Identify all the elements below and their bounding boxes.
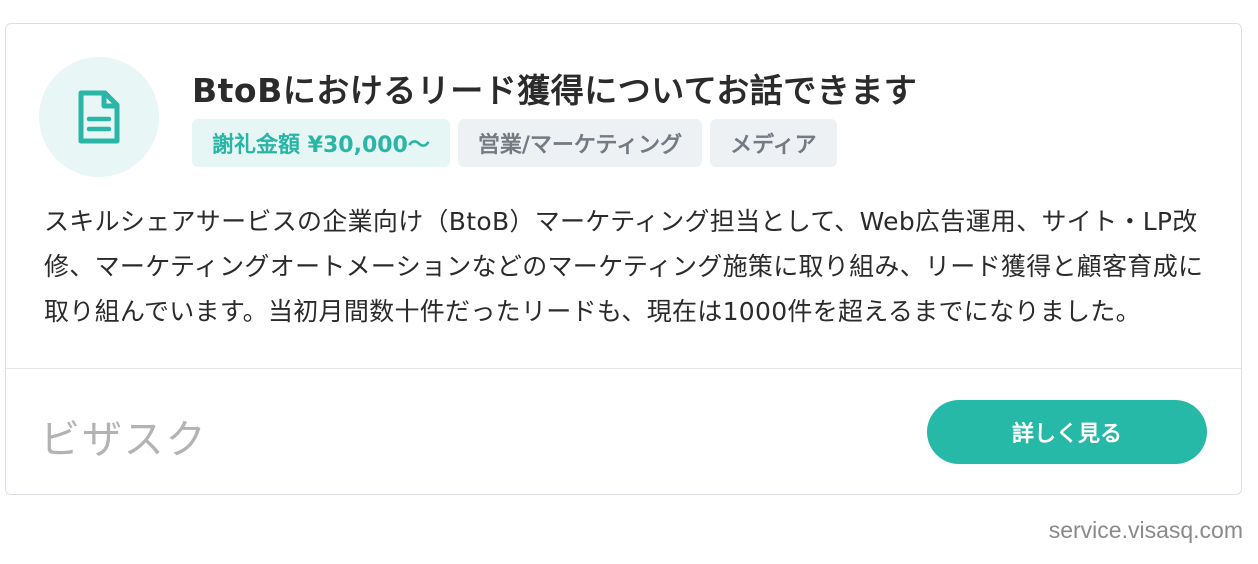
reward-tag: 謝礼金額 ¥30,000〜 xyxy=(192,119,450,167)
source-url: service.visasq.com xyxy=(1048,517,1243,543)
document-icon xyxy=(78,90,120,144)
view-details-button[interactable]: 詳しく見る xyxy=(927,400,1207,464)
avatar xyxy=(39,57,159,177)
divider xyxy=(6,368,1241,369)
card-description: スキルシェアサービスの企業向け（BtoB）マーケティング担当として、Web広告運… xyxy=(44,207,1204,326)
service-card[interactable]: BtoBにおけるリード獲得についてお話できます 謝礼金額 ¥30,000〜 営業… xyxy=(5,23,1242,495)
category-tag: 営業/マーケティング xyxy=(457,119,703,167)
industry-tag: メディア xyxy=(710,119,837,167)
tag-list: 謝礼金額 ¥30,000〜 営業/マーケティング メディア xyxy=(192,119,837,167)
brand-logo: ビザスク xyxy=(40,417,208,463)
card-title[interactable]: BtoBにおけるリード獲得についてお話できます xyxy=(192,64,917,112)
